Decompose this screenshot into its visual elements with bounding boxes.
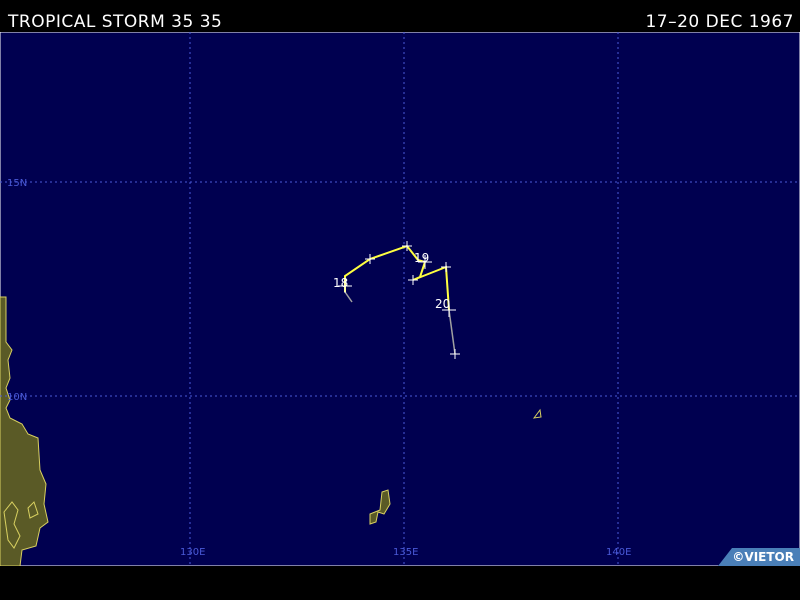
lon-label-135e: 135E	[393, 547, 418, 558]
map-canvas: 130E 135E 140E 15N 10N 18 19 20	[0, 32, 800, 566]
date-range-title: 17–20 DEC 1967	[645, 12, 794, 32]
ocean-area	[0, 32, 800, 566]
storm-name-title: TROPICAL STORM 35 35	[8, 12, 223, 32]
storm-track-map-view: TROPICAL STORM 35 35 17–20 DEC 1967 130E…	[0, 0, 800, 600]
track-day-label-19: 19	[414, 251, 429, 265]
lat-label-10n: 10N	[7, 392, 27, 403]
lon-label-130e: 130E	[180, 547, 205, 558]
lat-label-15n: 15N	[7, 178, 27, 189]
copyright-badge: ©VIETOR	[718, 548, 800, 566]
track-day-label-20: 20	[435, 297, 450, 311]
track-day-label-18: 18	[333, 276, 348, 290]
lon-label-140e: 140E	[606, 547, 631, 558]
